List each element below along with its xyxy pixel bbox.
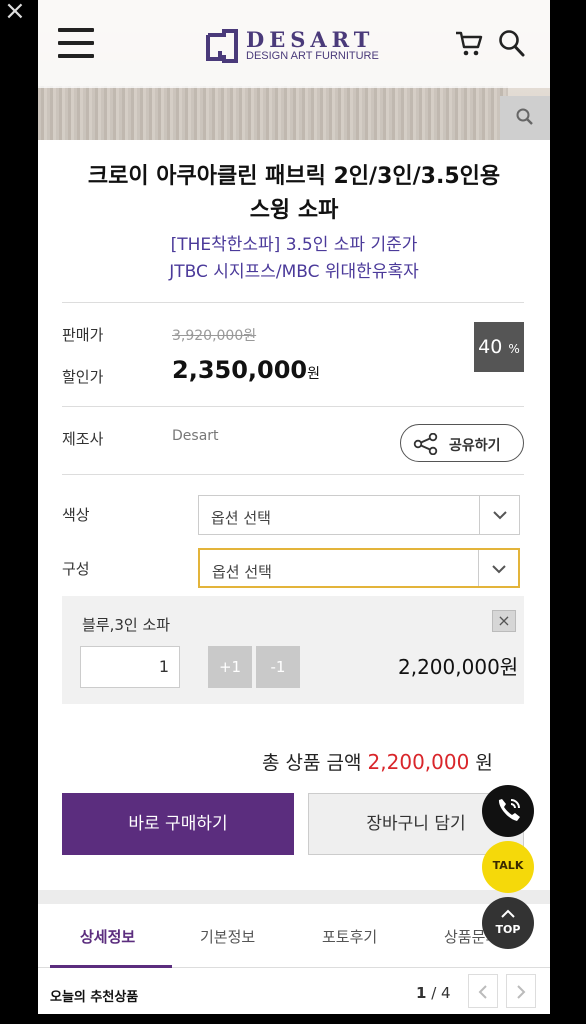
share-button[interactable]: 공유하기	[400, 424, 524, 462]
chevron-right-icon	[517, 985, 526, 999]
quantity-input[interactable]: 1	[80, 646, 180, 688]
scroll-top-label: TOP	[495, 923, 521, 936]
close-icon[interactable]: ×	[4, 0, 26, 26]
kakao-talk-label: TALK	[492, 859, 524, 872]
selected-option-price: 2,200,000원	[398, 655, 519, 679]
chevron-down-icon	[493, 511, 507, 520]
quantity-minus-button[interactable]: -1	[256, 646, 300, 688]
list-price-label: 판매가	[62, 326, 104, 344]
divider	[62, 406, 524, 407]
pager-current: 1	[416, 984, 427, 1002]
product-title-line2: 스윙 소파	[249, 198, 339, 223]
buy-now-button[interactable]: 바로 구매하기	[62, 793, 294, 855]
prev-page-button[interactable]	[468, 974, 498, 1008]
chevron-up-icon	[501, 909, 515, 918]
header: DESART DESIGN ART FURNITURE	[38, 0, 550, 140]
selected-option-box: 블루,3인 소파 × 1 +1 -1 2,200,000원	[62, 596, 524, 704]
product-subtitle-line2: JTBC 시지프스/MBC 위대한유혹자	[169, 262, 419, 282]
search-icon[interactable]	[498, 28, 526, 58]
config-select-value: 옵션 선택	[212, 563, 272, 581]
hero-image-rug	[38, 86, 508, 140]
list-price-value: 3,920,000원	[172, 328, 257, 344]
chevron-left-icon	[478, 985, 487, 999]
config-option-label: 구성	[62, 560, 90, 578]
share-button-label: 공유하기	[449, 438, 501, 454]
discount-unit: %	[508, 342, 520, 356]
detail-tabs: 상세정보 기본정보 포토후기 상품문의	[38, 904, 550, 968]
discount-value: 40	[478, 336, 503, 358]
color-option-label: 색상	[62, 506, 90, 524]
product-subtitle-line1: [THE착한소파] 3.5인 소파 기준가	[170, 235, 418, 255]
total-label: 총 상품 금액	[262, 752, 362, 774]
color-select[interactable]: 옵션 선택	[198, 495, 520, 535]
scroll-top-button[interactable]: TOP	[482, 897, 534, 949]
sale-price: 2,350,000원	[172, 356, 320, 384]
brand-logo[interactable]: DESART DESIGN ART FURNITURE	[206, 27, 386, 67]
product-title: 크로이 아쿠아클린 패브릭 2인/3인/3.5인용 스윙 소파	[38, 160, 550, 228]
sale-price-label: 할인가	[62, 368, 104, 386]
total-price: 총 상품 금액 2,200,000 원	[262, 748, 493, 775]
remove-option-button[interactable]: ×	[492, 610, 516, 632]
tab-detail[interactable]: 상세정보	[80, 926, 135, 947]
brand-mark-icon	[206, 29, 238, 63]
sale-price-value: 2,350,000	[172, 356, 308, 384]
call-button[interactable]	[482, 785, 534, 837]
search-toggle-button[interactable]	[500, 96, 550, 140]
recommend-pager: 1 / 4	[416, 984, 451, 1002]
brand-name: DESART	[246, 27, 375, 52]
total-unit: 원	[475, 752, 493, 774]
section-divider	[38, 890, 550, 904]
color-select-value: 옵션 선택	[211, 509, 271, 527]
quantity-plus-button[interactable]: +1	[208, 646, 252, 688]
hamburger-menu-icon[interactable]	[58, 28, 94, 60]
recommend-title: 오늘의 추천상품	[50, 990, 139, 1005]
phone-icon	[498, 799, 520, 821]
share-icon	[413, 433, 438, 455]
maker-label: 제조사	[62, 430, 104, 448]
config-select[interactable]: 옵션 선택	[198, 548, 520, 588]
pager-separator: /	[426, 984, 442, 1002]
tab-photo-review[interactable]: 포토후기	[322, 926, 377, 947]
kakao-talk-button[interactable]: TALK	[482, 841, 534, 893]
product-title-line1: 크로이 아쿠아클린 패브릭 2인/3인/3.5인용	[87, 164, 501, 189]
product-subtitle: [THE착한소파] 3.5인 소파 기준가 JTBC 시지프스/MBC 위대한유…	[38, 232, 550, 286]
dropdown-arrow	[478, 550, 518, 586]
maker-value: Desart	[172, 428, 219, 444]
pager-total: 4	[441, 984, 451, 1002]
selected-option-name: 블루,3인 소파	[82, 616, 171, 634]
cart-icon[interactable]	[454, 28, 484, 58]
chevron-down-icon	[492, 565, 506, 574]
sale-price-unit: 원	[307, 366, 321, 382]
divider	[62, 302, 524, 303]
next-page-button[interactable]	[506, 974, 536, 1008]
tab-basic-info[interactable]: 기본정보	[200, 926, 255, 947]
divider	[62, 474, 524, 475]
dropdown-arrow	[479, 496, 519, 534]
search-icon	[516, 108, 533, 125]
product-page: DESART DESIGN ART FURNITURE 크로이 아쿠아클린 패브…	[38, 0, 550, 1014]
total-amount: 2,200,000	[367, 750, 470, 774]
discount-badge: 40 %	[474, 322, 524, 372]
active-tab-indicator	[50, 965, 172, 968]
brand-subtitle: DESIGN ART FURNITURE	[246, 50, 379, 62]
